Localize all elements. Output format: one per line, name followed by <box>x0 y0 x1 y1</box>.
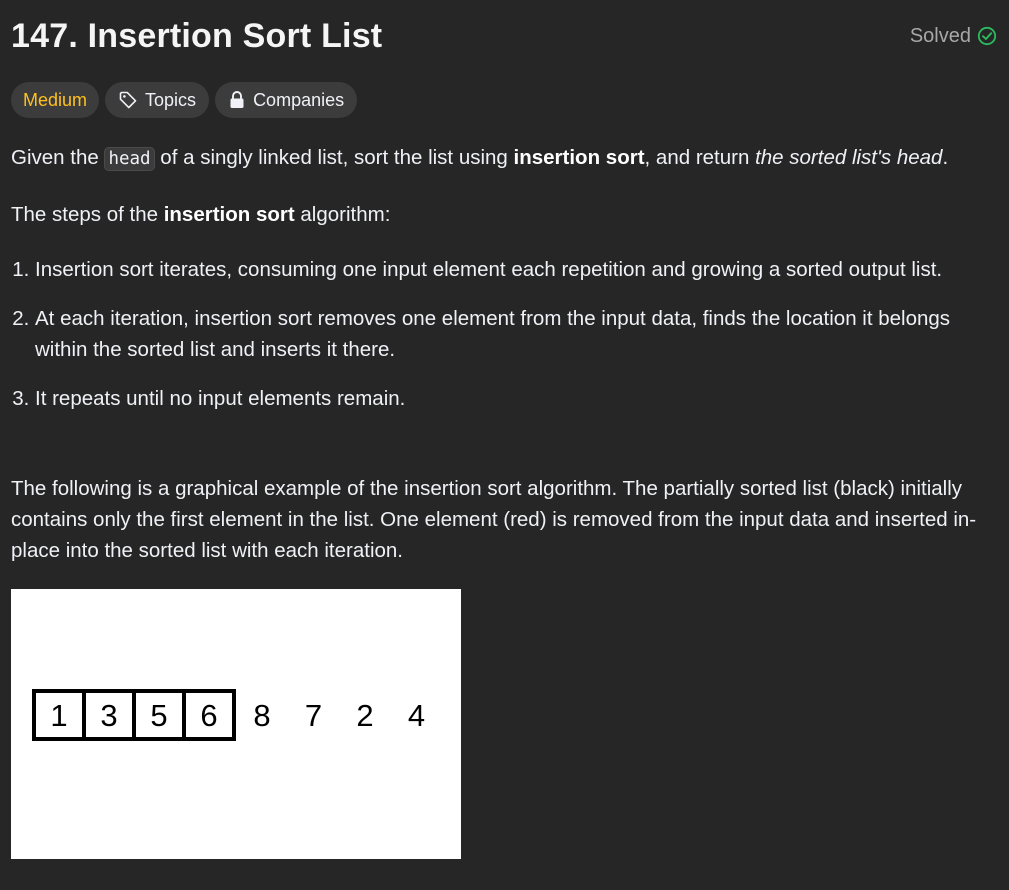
step-item: Insertion sort iterates, consuming one i… <box>35 254 975 285</box>
step-item: It repeats until no input elements remai… <box>35 383 975 414</box>
description-paragraph-2: The steps of the insertion sort algorith… <box>11 199 390 230</box>
sorted-cell-value: 3 <box>100 698 117 733</box>
sorted-cell-value: 6 <box>200 698 217 733</box>
sorted-cell-value: 1 <box>50 698 67 733</box>
algorithm-steps-list: Insertion sort iterates, consuming one i… <box>11 254 975 432</box>
insertion-sort-figure: 1356 8724 <box>11 589 461 859</box>
title-row: 147. Insertion Sort List Solved <box>11 14 997 58</box>
topics-label: Topics <box>145 89 197 110</box>
text-span: algorithm: <box>294 203 391 226</box>
text-span: , and return <box>644 146 756 169</box>
text-span: Given the <box>11 146 105 169</box>
lock-icon <box>228 90 246 110</box>
difficulty-tag[interactable]: Medium <box>11 82 100 118</box>
problem-title[interactable]: 147. Insertion Sort List <box>11 17 382 56</box>
bold-text: insertion sort <box>513 146 645 169</box>
solved-status: Solved <box>910 25 997 48</box>
sorted-cell-value: 5 <box>150 698 167 733</box>
unsorted-value: 8 <box>253 698 270 733</box>
unsorted-value: 7 <box>305 698 322 733</box>
text-span: of a singly linked list, sort the list u… <box>154 146 514 169</box>
unsorted-value: 2 <box>356 698 373 733</box>
text-span: . <box>942 146 949 169</box>
tag-bar: Medium Topics Companies <box>11 82 358 118</box>
unsorted-value: 4 <box>408 698 425 733</box>
companies-tag[interactable]: Companies <box>215 82 358 118</box>
companies-label: Companies <box>253 89 345 110</box>
italic-text: the sorted list's head <box>755 146 943 169</box>
description-paragraph-1: Given the head of a singly linked list, … <box>11 142 948 175</box>
difficulty-label: Medium <box>23 89 88 110</box>
step-item: At each iteration, insertion sort remove… <box>35 303 975 365</box>
text-span: The steps of the <box>11 203 164 226</box>
description-paragraph-3: The following is a graphical example of … <box>11 477 977 562</box>
insertion-sort-diagram: 1356 8724 <box>32 689 425 741</box>
inline-code-head: head <box>104 147 155 171</box>
tag-icon <box>118 90 138 110</box>
bold-text: insertion sort <box>163 203 295 226</box>
topics-tag[interactable]: Topics <box>105 82 210 118</box>
solved-label: Solved <box>909 24 971 47</box>
check-circle-icon <box>977 26 997 46</box>
